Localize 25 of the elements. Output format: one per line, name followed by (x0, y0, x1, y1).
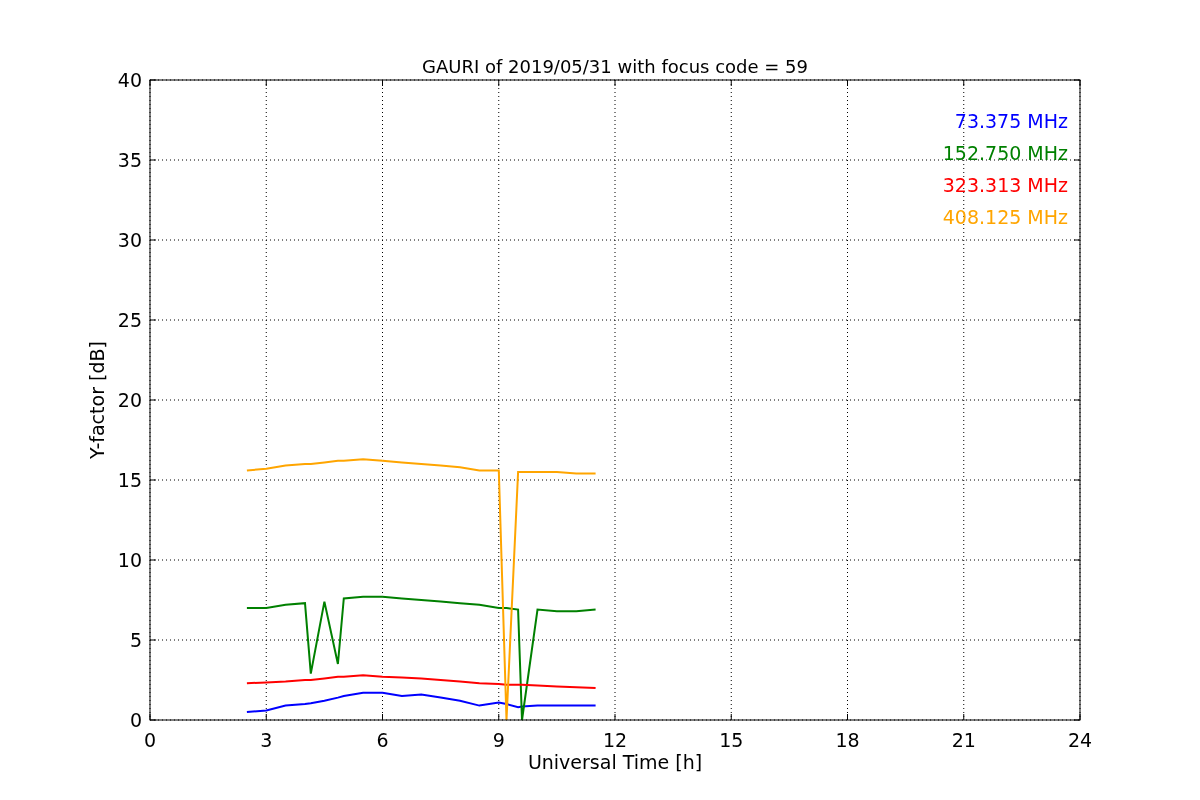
tick-label: 15 (117, 469, 142, 491)
legend-label: 73.375 MHz (954, 110, 1068, 132)
tick-label: 18 (835, 729, 860, 751)
tick-label: 0 (129, 709, 142, 731)
x-axis-label: Universal Time [h] (527, 751, 703, 773)
legend-label: 408.125 MHz (942, 206, 1068, 228)
tick-label: 0 (143, 729, 157, 751)
tick-label: 24 (1067, 729, 1093, 751)
tick-label: 30 (117, 229, 142, 251)
tick-label: 6 (376, 729, 389, 751)
tick-label: 15 (719, 729, 744, 751)
tick-label: 25 (117, 309, 142, 331)
legend-label: 323.313 MHz (942, 174, 1068, 196)
tick-label: 40 (117, 69, 142, 91)
tick-label: 10 (117, 549, 142, 571)
chart-title: GAURI of 2019/05/31 with focus code = 59 (422, 56, 808, 77)
legend-label: 152.750 MHz (942, 142, 1068, 164)
tick-label: 12 (602, 729, 628, 751)
y-axis-label: Y-factor [dB] (86, 341, 108, 459)
tick-label: 5 (129, 629, 142, 651)
tick-label: 35 (117, 149, 142, 171)
tick-label: 3 (260, 729, 273, 751)
tick-label: 21 (951, 729, 976, 751)
tick-label: 9 (492, 729, 505, 751)
tick-label: 20 (117, 389, 142, 411)
